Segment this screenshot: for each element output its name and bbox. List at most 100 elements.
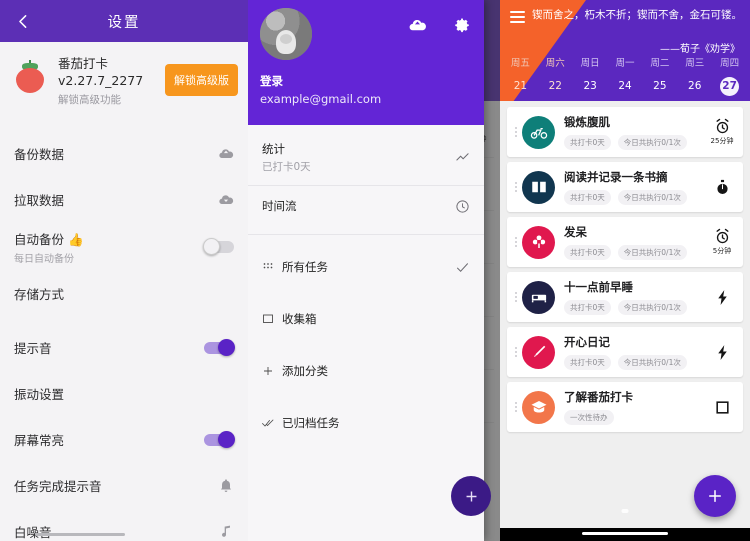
task-tag-oneoff: 一次性待办 [564,410,614,425]
drawer-item-timeflow[interactable]: 时间流 [248,186,484,226]
auto-backup-toggle[interactable] [203,237,234,255]
add-task-fab-background[interactable] [451,476,491,516]
day-name: 周六 [545,58,565,69]
unlock-premium-button[interactable]: 解锁高级版 [165,64,238,96]
settings-row-label: 拉取数据 [14,193,65,209]
lightning-icon[interactable] [708,344,736,361]
week-day[interactable]: 周日 23 [573,55,608,96]
week-day-selected[interactable]: 周四 27 [712,55,747,96]
drawer-item-add-category[interactable]: 添加分类 [248,351,484,391]
task-title: 阅读并记录一条书摘 [564,170,668,184]
add-task-fab[interactable] [694,475,736,517]
settings-row-vibration[interactable]: 振动设置 [0,377,248,411]
keep-screen-on-toggle[interactable] [204,430,235,448]
week-strip: 周五 21 周六 22 周日 23 周一 24 周二 25 周三 26 周四 2… [500,55,750,96]
settings-appbar: 设置 [0,0,248,42]
task-row[interactable]: 开心日记 共打卡0天 今日共执行0/1次 [507,327,743,377]
horizontal-scrollbar[interactable] [35,533,125,536]
drawer-item-statistics[interactable]: 统计 已打卡0天 [248,137,484,177]
day-name: 周五 [510,58,530,69]
task-row[interactable]: 了解番茄打卡 一次性待办 [507,382,743,432]
task-tag-streak: 共打卡0天 [564,245,611,260]
task-tag-streak: 共打卡0天 [564,300,611,315]
task-title: 十一点前早睡 [564,280,633,294]
week-day[interactable]: 周三 26 [677,55,712,96]
week-day[interactable]: 周二 25 [642,55,677,96]
music-note-icon[interactable] [218,524,234,540]
week-day[interactable]: 周一 24 [608,55,643,96]
drawer-item-sub: 已打卡0天 [262,160,311,173]
task-title: 开心日记 [564,335,610,349]
avatar[interactable] [260,8,312,60]
day-number: 25 [653,80,667,92]
app-subtitle: 解锁高级功能 [58,93,121,106]
clock-icon [455,199,470,214]
book-icon [522,170,555,204]
settings-row-label: 白噪音 [14,525,52,541]
drag-handle-icon[interactable] [511,127,520,137]
drag-handle-icon[interactable] [511,402,520,412]
day-name: 周日 [580,58,600,69]
settings-row-sound[interactable]: 提示音 [0,331,248,365]
checkbox-icon[interactable] [708,399,736,416]
bicycle-icon [522,115,555,149]
task-tag-streak: 共打卡0天 [564,355,611,370]
grid-icon [262,261,282,273]
drawer-item-label: 时间流 [262,199,297,213]
settings-row-label: 振动设置 [14,387,65,403]
task-tag-today: 今日共执行0/1次 [617,355,687,370]
settings-row-white-noise[interactable]: 白噪音 [0,515,248,541]
settings-row-auto-backup[interactable]: 自动备份 👍 每日自动备份 [0,229,248,265]
hamburger-icon[interactable] [510,11,525,26]
task-tag-today: 今日共执行0/1次 [617,135,687,150]
bell-icon[interactable] [218,478,234,494]
sound-toggle[interactable] [204,338,235,356]
task-row[interactable]: 锻炼腹肌 共打卡0天 今日共执行0/1次 25分钟 [507,107,743,157]
settings-row-sub: 每日自动备份 [14,253,74,265]
task-row[interactable]: 十一点前早睡 共打卡0天 今日共执行0/1次 [507,272,743,322]
alarm-clock-icon[interactable]: 25分钟 [708,118,736,146]
task-tag-streak: 共打卡0天 [564,135,611,150]
tasks-header: 锲而舍之，朽木不折；锲而不舍，金石可镂。 ——荀子《劝学》 周五 21 周六 2… [500,0,750,101]
cloud-download-icon[interactable] [218,192,234,208]
settings-row-backup[interactable]: 备份数据 [0,137,248,171]
drag-handle-icon[interactable] [511,292,520,302]
page-indicator-dot [621,509,629,513]
lightning-icon[interactable] [708,289,736,306]
check-icon [455,260,470,275]
task-row[interactable]: 发呆 共打卡0天 今日共执行0/1次 5分钟 [507,217,743,267]
task-row[interactable]: 阅读并记录一条书摘 共打卡0天 今日共执行0/1次 [507,162,743,212]
gear-icon[interactable] [453,16,472,39]
app-version: v2.27.7_2277 [58,72,144,88]
app-name: 番茄打卡 [58,56,109,71]
drawer-item-archived[interactable]: 已归档任务 [248,403,484,443]
inbox-icon [262,313,282,325]
back-icon[interactable] [8,6,38,36]
task-title: 发呆 [564,225,587,239]
drawer-item-label: 添加分类 [282,364,328,378]
day-name: 周一 [615,58,635,69]
login-label[interactable]: 登录 [260,73,472,89]
settings-row-pull-data[interactable]: 拉取数据 [0,183,248,217]
stopwatch-icon[interactable] [708,179,736,196]
drawer-header: 登录 example@gmail.com [248,0,484,125]
drawer-item-all-tasks[interactable]: 所有任务 [248,247,484,287]
cloud-upload-icon[interactable] [218,146,234,162]
alarm-clock-icon[interactable]: 5分钟 [708,228,736,256]
drag-handle-icon[interactable] [511,347,520,357]
drag-handle-icon[interactable] [511,182,520,192]
settings-row-keep-screen-on[interactable]: 屏幕常亮 [0,423,248,457]
home-indicator[interactable] [582,532,668,535]
trend-line-icon [455,150,470,165]
settings-row-complete-sound[interactable]: 任务完成提示音 [0,469,248,503]
settings-row-storage[interactable]: 存储方式 [0,277,248,311]
week-day[interactable]: 周六 22 [538,55,573,96]
cloud-upload-icon[interactable] [408,16,427,39]
navigation-drawer: 登录 example@gmail.com 统计 已打卡0天 时间流 所有任务 收… [248,0,484,541]
week-day[interactable]: 周五 21 [503,55,538,96]
drag-handle-icon[interactable] [511,237,520,247]
drawer-item-label: 所有任务 [282,260,328,274]
drawer-item-inbox[interactable]: 收集箱 [248,299,484,339]
settings-row-label: 自动备份 👍 [14,231,84,247]
settings-screen: 设置 番茄打卡 v2.27.7_2277 解锁高级功能 解锁高级版 备份数据 拉… [0,0,248,541]
